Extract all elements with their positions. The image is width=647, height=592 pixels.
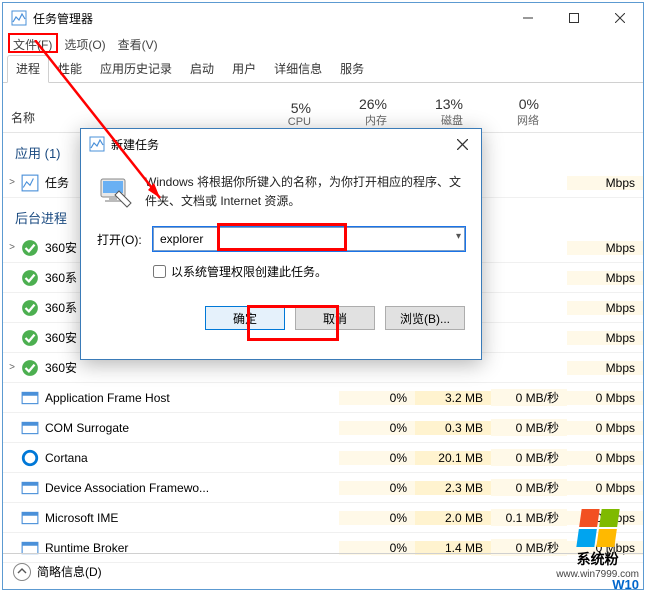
col-cpu[interactable]: 5%CPU — [243, 96, 319, 132]
col-network[interactable]: 0%网络 — [471, 92, 547, 132]
titlebar: 任务管理器 — [3, 3, 643, 33]
cell-network: Mbps — [567, 361, 643, 375]
process-icon — [21, 479, 39, 497]
cell-disk: 0 MB/秒 — [491, 389, 567, 406]
process-icon — [21, 299, 39, 317]
process-row[interactable]: Microsoft IME0%2.0 MB0.1 MB/秒0 Mbps — [3, 503, 643, 533]
process-row[interactable]: Application Frame Host0%3.2 MB0 MB/秒0 Mb… — [3, 383, 643, 413]
process-name: Microsoft IME — [45, 511, 339, 525]
admin-checkbox[interactable] — [153, 265, 166, 278]
col-disk[interactable]: 13%磁盘 — [395, 92, 471, 132]
cell-cpu: 0% — [339, 391, 415, 405]
annotation-input-highlight — [217, 223, 347, 251]
process-icon — [21, 174, 39, 192]
tab-details[interactable]: 详细信息 — [265, 55, 331, 82]
cell-network: 0 Mbps — [567, 451, 643, 465]
process-name: COM Surrogate — [45, 421, 339, 435]
menu-view[interactable]: 查看(V) — [112, 34, 164, 55]
menubar: 文件(F) 选项(O) 查看(V) — [3, 33, 643, 55]
cell-memory: 3.2 MB — [415, 391, 491, 405]
open-label: 打开(O): — [97, 231, 153, 248]
cell-network: 0 Mbps — [567, 391, 643, 405]
process-name: Cortana — [45, 451, 339, 465]
expand-icon[interactable]: > — [3, 362, 21, 373]
window-title: 任务管理器 — [33, 10, 505, 27]
fewer-details-icon[interactable] — [13, 563, 31, 581]
watermark: 系统粉 www.win7999.com — [556, 509, 639, 580]
cell-network: 0 Mbps — [567, 421, 643, 435]
cell-cpu: 0% — [339, 511, 415, 525]
run-icon — [97, 173, 133, 209]
annotation-ok-highlight — [247, 305, 339, 341]
cell-network: Mbps — [567, 271, 643, 285]
process-icon — [21, 359, 39, 377]
app-icon — [11, 10, 27, 26]
fewer-details-label[interactable]: 简略信息(D) — [37, 563, 102, 580]
expand-icon[interactable]: > — [3, 242, 21, 253]
cell-memory: 0.3 MB — [415, 421, 491, 435]
process-icon — [21, 389, 39, 407]
process-row[interactable]: Cortana0%20.1 MB0 MB/秒0 Mbps — [3, 443, 643, 473]
tab-processes[interactable]: 进程 — [7, 55, 49, 83]
admin-label: 以系统管理权限创建此任务。 — [171, 263, 327, 280]
process-name: Device Association Framewo... — [45, 481, 339, 495]
process-icon — [21, 419, 39, 437]
menu-options[interactable]: 选项(O) — [58, 34, 111, 55]
process-icon — [21, 269, 39, 287]
cell-disk: 0 MB/秒 — [491, 479, 567, 496]
tab-services[interactable]: 服务 — [331, 55, 373, 82]
process-icon — [21, 329, 39, 347]
cell-cpu: 0% — [339, 451, 415, 465]
cell-memory: 2.0 MB — [415, 511, 491, 525]
dialog-icon — [89, 136, 105, 152]
cell-disk: 0 MB/秒 — [491, 419, 567, 436]
process-icon — [21, 449, 39, 467]
cell-memory: 20.1 MB — [415, 451, 491, 465]
process-row[interactable]: COM Surrogate0%0.3 MB0 MB/秒0 Mbps — [3, 413, 643, 443]
cell-network: Mbps — [567, 176, 643, 190]
cell-network: 0 Mbps — [567, 481, 643, 495]
footer: 简略信息(D) — [3, 553, 643, 589]
process-name: Application Frame Host — [45, 391, 339, 405]
dialog-title: 新建任务 — [111, 136, 447, 153]
process-name: 360安 — [45, 359, 339, 376]
cell-disk: 0 MB/秒 — [491, 449, 567, 466]
cell-memory: 2.3 MB — [415, 481, 491, 495]
cell-network: Mbps — [567, 301, 643, 315]
col-memory[interactable]: 26%内存 — [319, 92, 395, 132]
process-icon — [21, 239, 39, 257]
dialog-titlebar: 新建任务 — [81, 129, 481, 159]
dialog-close-button[interactable] — [447, 132, 477, 156]
expand-icon[interactable]: > — [3, 177, 21, 188]
annotation-file-highlight — [8, 33, 58, 53]
tab-performance[interactable]: 性能 — [49, 55, 91, 82]
process-row[interactable]: Device Association Framewo...0%2.3 MB0 M… — [3, 473, 643, 503]
cell-cpu: 0% — [339, 481, 415, 495]
process-icon — [21, 509, 39, 527]
w10-label: W10 — [612, 577, 639, 592]
maximize-button[interactable] — [551, 3, 597, 33]
browse-button[interactable]: 浏览(B)... — [385, 306, 465, 330]
column-headers: 名称 5%CPU 26%内存 13%磁盘 0%网络 — [3, 83, 643, 133]
run-dialog: 新建任务 Windows 将根据你所键入的名称，为你打开相应的程序、文件夹、文档… — [80, 128, 482, 360]
cell-network: Mbps — [567, 241, 643, 255]
tab-startup[interactable]: 启动 — [181, 55, 223, 82]
open-dropdown-icon[interactable]: ▾ — [456, 231, 461, 242]
cell-cpu: 0% — [339, 421, 415, 435]
dialog-message: Windows 将根据你所键入的名称，为你打开相应的程序、文件夹、文档或 Int… — [145, 173, 465, 211]
tabs: 进程 性能 应用历史记录 启动 用户 详细信息 服务 — [3, 55, 643, 83]
tab-users[interactable]: 用户 — [223, 55, 265, 82]
cell-network: Mbps — [567, 331, 643, 345]
close-button[interactable] — [597, 3, 643, 33]
minimize-button[interactable] — [505, 3, 551, 33]
tab-app-history[interactable]: 应用历史记录 — [91, 55, 181, 82]
